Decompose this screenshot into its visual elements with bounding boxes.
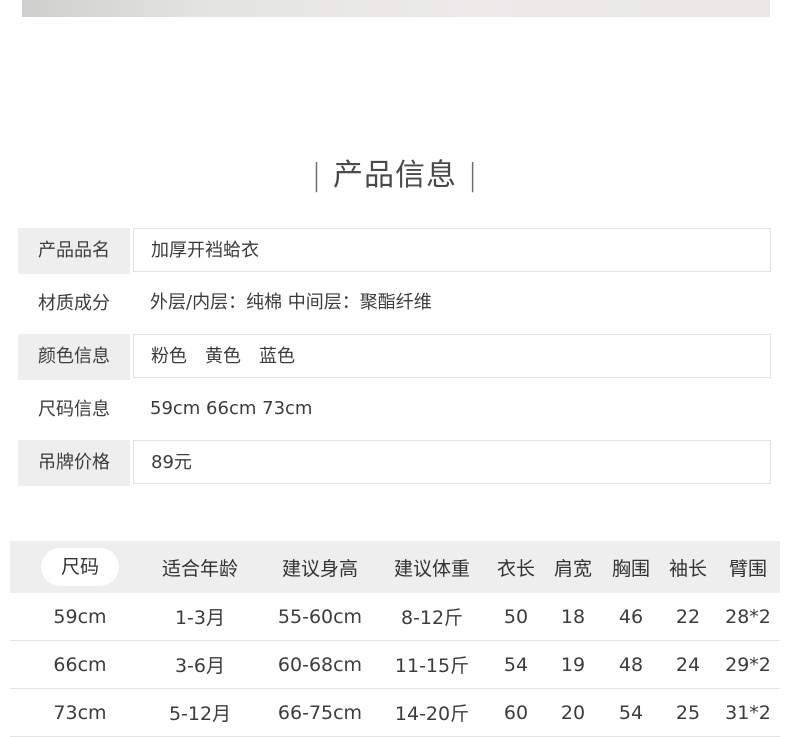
header-size: 尺码: [30, 541, 130, 593]
table-cell: 73cm: [53, 701, 107, 724]
table-cell: 5-12月: [168, 703, 232, 725]
info-row-size: 尺码信息 59cm 66cm 73cm: [18, 387, 772, 433]
info-value: 加厚开裆蛤衣: [133, 228, 771, 272]
table-cell: 24: [675, 653, 701, 676]
info-label: 吊牌价格: [18, 440, 130, 486]
table-row: 66cm 3-6月 60-68cm 11-15斤 54 19 48 24 29*…: [10, 641, 780, 689]
header-age: 适合年龄: [161, 557, 238, 580]
info-value: 89元: [133, 440, 771, 484]
table-cell: 54: [503, 653, 529, 676]
table-cell: 60-68cm: [277, 653, 363, 676]
table-cell: 25: [675, 701, 701, 724]
table-cell: 46: [618, 605, 644, 628]
table-cell: 66cm: [53, 653, 107, 676]
info-value: 外层/内层：纯棉 中间层：聚酯纤维: [150, 292, 432, 313]
header-size-pill: 尺码: [40, 548, 119, 586]
product-image-bottom-edge: [22, 0, 770, 17]
header-height: 建议身高: [281, 557, 358, 580]
table-cell: 59cm: [53, 605, 107, 628]
info-row-name: 产品品名 加厚开裆蛤衣: [18, 228, 772, 274]
table-cell: 48: [618, 653, 644, 676]
table-cell: 3-6月: [174, 655, 226, 677]
header-length: 衣长: [496, 557, 535, 580]
table-row: 73cm 5-12月 66-75cm 14-20斤 60 20 54 25 31…: [10, 689, 780, 737]
size-chart-table: 尺码 适合年龄 建议身高 建议体重 衣长 肩宽 胸围 袖长 臂围 59cm 1-…: [10, 541, 780, 737]
table-cell: 11-15斤: [394, 655, 470, 677]
header-arm: 臂围: [728, 557, 767, 580]
info-value: 59cm 66cm 73cm: [150, 398, 313, 419]
table-cell: 54: [618, 701, 644, 724]
info-label: 颜色信息: [18, 334, 130, 380]
table-cell: 55-60cm: [277, 605, 363, 628]
info-row-material: 材质成分 外层/内层：纯棉 中间层：聚酯纤维: [18, 281, 772, 327]
table-cell: 31*2: [725, 701, 771, 724]
table-cell: 14-20斤: [394, 703, 470, 725]
header-chest: 胸围: [611, 557, 650, 580]
table-cell: 18: [560, 605, 586, 628]
info-row-price: 吊牌价格 89元: [18, 440, 772, 486]
table-cell: 1-3月: [174, 607, 226, 629]
section-title: | 产品信息 |: [0, 150, 790, 194]
header-sleeve: 袖长: [668, 557, 707, 580]
table-row: 59cm 1-3月 55-60cm 8-12斤 50 18 46 22 28*2: [10, 593, 780, 641]
table-cell: 22: [675, 605, 701, 628]
info-row-color: 颜色信息 粉色 黄色 蓝色: [18, 334, 772, 380]
title-bar-right: |: [467, 158, 479, 193]
table-cell: 20: [560, 701, 586, 724]
table-cell: 60: [503, 701, 529, 724]
table-cell: 50: [503, 605, 529, 628]
size-table-header: 尺码 适合年龄 建议身高 建议体重 衣长 肩宽 胸围 袖长 臂围: [10, 541, 780, 593]
info-value: 粉色 黄色 蓝色: [133, 334, 771, 378]
table-cell: 66-75cm: [277, 701, 363, 724]
section-title-text: 产品信息: [333, 158, 457, 193]
info-label: 材质成分: [38, 293, 110, 314]
info-label: 尺码信息: [38, 399, 110, 420]
table-cell: 29*2: [725, 653, 771, 676]
title-bar-left: |: [311, 158, 323, 193]
header-shoulder: 肩宽: [553, 557, 592, 580]
table-cell: 28*2: [725, 605, 771, 628]
header-weight: 建议体重: [393, 557, 470, 580]
table-cell: 19: [560, 653, 586, 676]
info-label: 产品品名: [18, 228, 130, 274]
table-cell: 8-12斤: [400, 607, 464, 629]
